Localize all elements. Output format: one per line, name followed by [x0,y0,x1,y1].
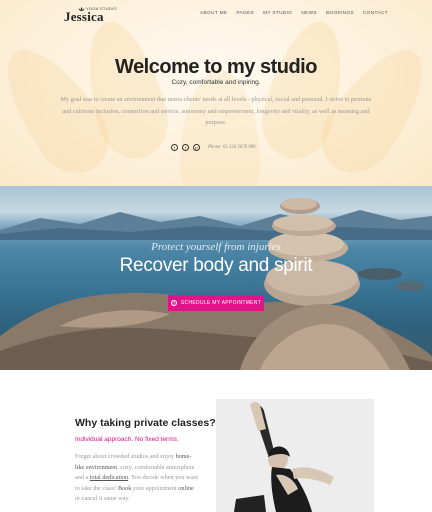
text-highlight: Book [117,484,132,492]
logo[interactable]: YOGA STUDIO Jessica [64,6,117,24]
nav-item-about-me[interactable]: ABOUT ME [200,11,227,16]
text-link[interactable]: total dedication [90,474,128,481]
yoga-pose-photo [216,399,374,512]
nav-item-contact[interactable]: CONTACT [363,11,388,16]
banner-tagline: Protect yourself from injuries [151,241,281,253]
hero-section: YOGA STUDIO Jessica ABOUT ME PAGES MY ST… [0,0,432,186]
section-text: Forget about crowded studios and enjoy h… [75,452,200,505]
page-title: Welcome to my studio [115,56,317,78]
text-segment: your appointment [131,484,179,492]
intro-text: My goal was to create an environment tha… [60,96,372,126]
section-subtitle: Individual approach. No fixed terms. [75,436,179,443]
banner-headline: Recover body and spirit [119,255,313,276]
nav-item-news[interactable]: NEWS [301,11,317,16]
schedule-appointment-label: SCHEDULE MY APPOINTMENT [180,300,262,306]
text-segment: or cancel it same way. [75,495,130,502]
nav-item-my-studio[interactable]: MY STUDIO [263,11,292,16]
main-nav: ABOUT ME PAGES MY STUDIO NEWS BOOKINGS C… [200,11,397,16]
twitter-icon[interactable]: t [182,144,189,151]
section-title: Why taking private classes? [75,417,216,429]
nav-item-bookings[interactable]: BOOKINGS [326,11,354,16]
text-segment: Forget about crowded studios and enjoy [75,453,176,460]
phone-number: Phone: 01 234 5678 900 [208,145,256,150]
social-links: f t p Phone: 01 234 5678 900 [171,144,255,151]
page-subtitle: Cozy, comfortable and inpiring. [171,79,261,86]
pinterest-icon[interactable]: p [193,144,200,151]
facebook-icon[interactable]: f [171,144,178,151]
logo-name: Jessica [64,9,104,24]
schedule-appointment-button[interactable]: ◷ SCHEDULE MY APPOINTMENT [168,295,264,311]
text-highlight: online [178,484,194,492]
hero-banner-image [0,186,432,370]
yoga-woman-illustration [216,399,374,512]
clock-icon: ◷ [170,300,177,306]
nav-item-pages[interactable]: PAGES [236,11,254,16]
stacked-stones-decoration [0,198,432,370]
